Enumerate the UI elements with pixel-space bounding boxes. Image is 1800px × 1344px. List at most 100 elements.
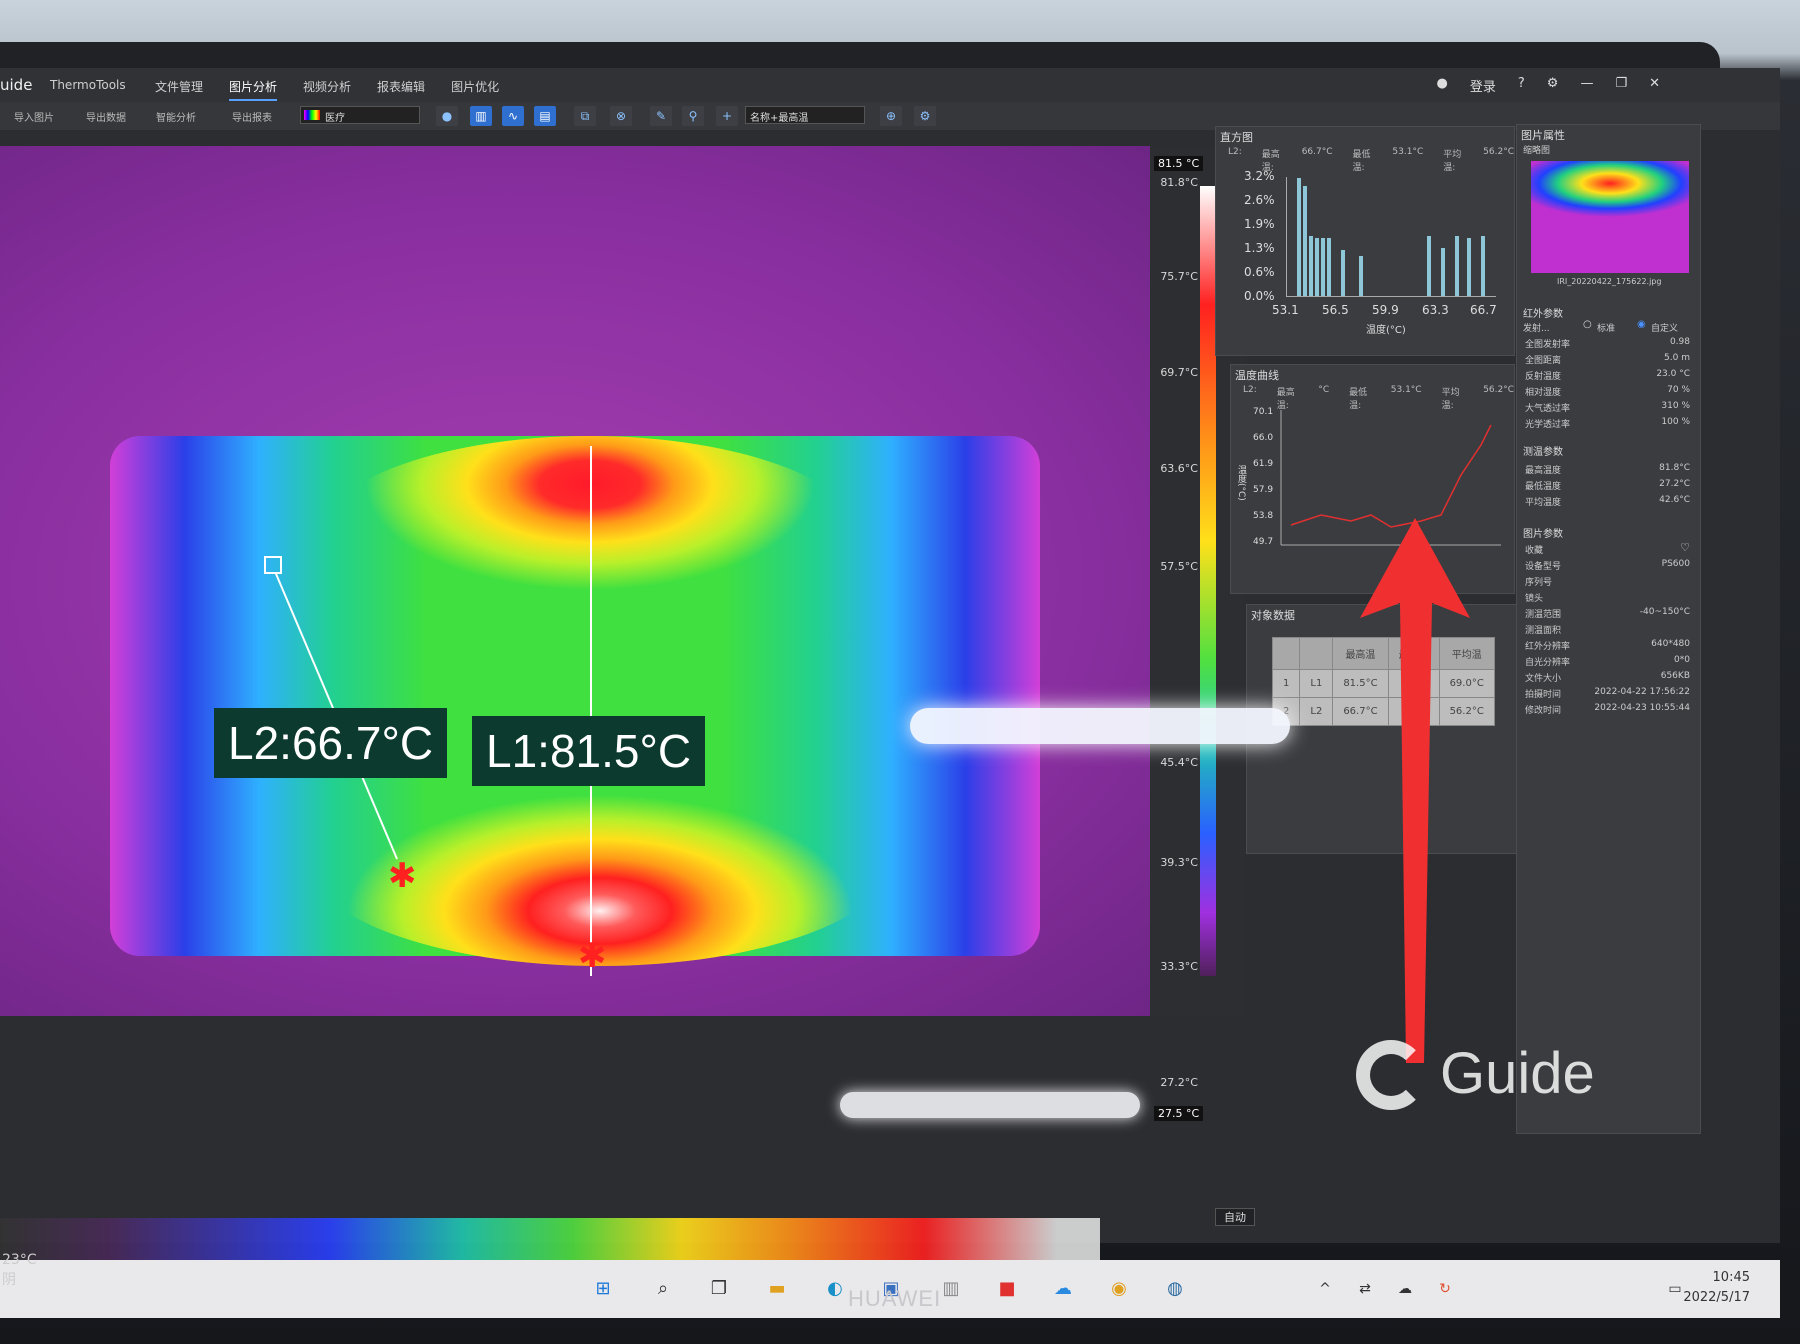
histogram-bar (1467, 238, 1471, 296)
label-mode-select[interactable]: 名称+最高温 (745, 106, 865, 124)
param-value: 0*0 (1674, 655, 1690, 665)
settings-point-icon[interactable]: ⚙ (914, 106, 936, 126)
ir-param-row[interactable]: 相对湿度 70 % (1525, 385, 1692, 399)
ir-params-title: 红外参数 (1523, 309, 1563, 320)
login-link[interactable]: 登录 (1470, 76, 1496, 95)
weather-cond: 阴 (2, 1272, 16, 1288)
import-image-button[interactable]: 导入图片 (14, 109, 54, 124)
copy-icon[interactable]: ⧉ (574, 106, 596, 126)
smart-analysis-button[interactable]: 智能分析 (156, 109, 196, 124)
menu-video-analysis[interactable]: 视频分析 (303, 78, 351, 101)
stat-min-label: 最低温: (1352, 150, 1371, 173)
histogram-bar (1455, 236, 1459, 296)
thermotools-taskbar-icon[interactable]: ◍ (1160, 1274, 1190, 1304)
task-view-icon[interactable]: ❐ (704, 1274, 734, 1304)
param-key: 收藏 (1525, 546, 1544, 556)
histogram-panel: 直方图 L2: 最高温: 66.7°C 最低温: 53.1°C 平均温: 56.… (1215, 126, 1515, 356)
image-param-row: 拍摄时间 2022-04-22 17:56:22 (1525, 687, 1692, 701)
cell: 1 (1271, 669, 1301, 698)
hist-y-tick: 3.2% (1244, 169, 1275, 183)
image-param-row: 设备型号 PS600 (1525, 559, 1692, 573)
curve-icon[interactable]: ∿ (502, 106, 524, 126)
help-icon[interactable]: ? (1518, 76, 1525, 95)
radio-standard-icon[interactable]: ○ (1583, 319, 1592, 330)
pin-icon[interactable]: ⚲ (682, 106, 704, 126)
param-value: 81.8°C (1659, 463, 1690, 473)
hist-x-label: 温度(°C) (1366, 325, 1406, 336)
menu-image-optimize[interactable]: 图片优化 (451, 78, 499, 101)
export-data-button[interactable]: 导出数据 (86, 109, 126, 124)
image-params-title: 图片参数 (1523, 529, 1563, 540)
ir-param-row[interactable]: 大气透过率 310 % (1525, 401, 1692, 415)
param-value: PS600 (1661, 559, 1690, 569)
hist-x-tick: 63.3 (1422, 303, 1449, 317)
thumbnail-title: 缩略图 (1523, 146, 1551, 156)
sync-icon[interactable]: ↻ (1430, 1274, 1460, 1304)
system-clock[interactable]: 10:45 2022/5/17 (1683, 1268, 1750, 1308)
weather-widget[interactable]: 23°C 阴 (2, 1250, 37, 1290)
histogram-bar (1303, 186, 1307, 296)
measure-row: 最高温度 81.8°C (1525, 463, 1692, 477)
edge-icon[interactable]: ◐ (820, 1274, 850, 1304)
param-value: 42.6°C (1659, 495, 1690, 505)
edit-icon[interactable]: ✎ (650, 106, 672, 126)
param-key: 反射温度 (1525, 372, 1562, 382)
cloud-app-icon[interactable]: ☁ (1048, 1274, 1078, 1304)
ir-param-row[interactable]: 反射温度 23.0 °C (1525, 369, 1692, 383)
onedrive-icon[interactable]: ☁ (1390, 1274, 1420, 1304)
file-explorer-icon[interactable]: ▬ (762, 1274, 792, 1304)
app-red-icon[interactable]: ■ (992, 1274, 1022, 1304)
annotation-arrow (1360, 518, 1470, 1063)
laptop-bezel (0, 42, 1720, 68)
l2-max-marker-icon: ✱ (388, 856, 417, 896)
palette-select[interactable]: 医疗 (300, 106, 420, 124)
color-scale-bar[interactable] (1200, 186, 1216, 976)
properties-title: 图片属性 (1521, 129, 1565, 142)
menu-file-manage[interactable]: 文件管理 (155, 78, 203, 101)
ir-param-row[interactable]: 全图距离 5.0 m (1525, 353, 1692, 367)
user-icon[interactable]: ● (1437, 76, 1448, 95)
thumbnail-filename: IRI_20220422_175622.jpg (1557, 277, 1662, 286)
ir-param-row[interactable]: 全图发射率 0.98 (1525, 337, 1692, 351)
param-key: 自光分辨率 (1525, 658, 1571, 668)
param-value: 310 % (1661, 401, 1690, 411)
scale-tick: 63.6°C (1160, 462, 1198, 475)
stat-avg-label: 平均温: (1443, 150, 1462, 173)
restore-icon[interactable]: ❐ (1615, 76, 1627, 95)
auto-scale-button[interactable]: 自动 (1215, 1208, 1255, 1226)
menubar: uide ThermoTools 文件管理 图片分析 视频分析 报表编辑 图片优… (0, 68, 1780, 102)
target-icon[interactable]: ⊗ (610, 106, 632, 126)
data-table-icon[interactable]: ▤ (534, 106, 556, 126)
menu-report-edit[interactable]: 报表编辑 (377, 78, 425, 101)
line-l2-start-handle[interactable] (264, 556, 282, 574)
chevron-up-icon[interactable]: ^ (1310, 1274, 1340, 1304)
menu-image-analysis[interactable]: 图片分析 (229, 78, 278, 101)
network-icon[interactable]: ⇄ (1350, 1274, 1380, 1304)
param-value: 640*480 (1651, 639, 1690, 649)
image-param-row: 测温面积 (1525, 623, 1692, 637)
minimize-icon[interactable]: — (1580, 76, 1593, 95)
param-key: 相对湿度 (1525, 388, 1562, 398)
scale-min-value[interactable]: 27.5 °C (1154, 1106, 1204, 1121)
radio-custom-icon[interactable]: ◉ (1637, 319, 1646, 330)
close-icon[interactable]: ✕ (1649, 76, 1660, 95)
search-icon[interactable]: ⌕ (648, 1274, 678, 1304)
histogram-bar (1297, 178, 1301, 296)
export-report-button[interactable]: 导出报表 (232, 109, 272, 124)
chrome-icon[interactable]: ◉ (1104, 1274, 1134, 1304)
histogram-icon[interactable]: ▥ (470, 106, 492, 126)
crosshair-icon[interactable]: + (716, 106, 738, 126)
scale-max-value[interactable]: 81.5 °C (1154, 156, 1204, 171)
histogram-title: 直方图 (1220, 131, 1253, 144)
line-l1[interactable] (590, 446, 592, 976)
stat-min: 53.1°C (1392, 147, 1424, 157)
thermal-image[interactable]: ✱ ✱ L2:66.7°C L1:81.5°C (0, 146, 1150, 1016)
add-point-icon[interactable]: ⊕ (880, 106, 902, 126)
param-key: 文件大小 (1525, 674, 1562, 684)
thumbnail-image[interactable] (1531, 161, 1689, 273)
ir-param-row[interactable]: 光学透过率 100 % (1525, 417, 1692, 431)
histogram-bar (1315, 238, 1319, 296)
drop-icon[interactable]: ● (436, 106, 458, 126)
gear-icon[interactable]: ⚙ (1547, 76, 1559, 95)
windows-start-icon[interactable]: ⊞ (588, 1274, 618, 1304)
